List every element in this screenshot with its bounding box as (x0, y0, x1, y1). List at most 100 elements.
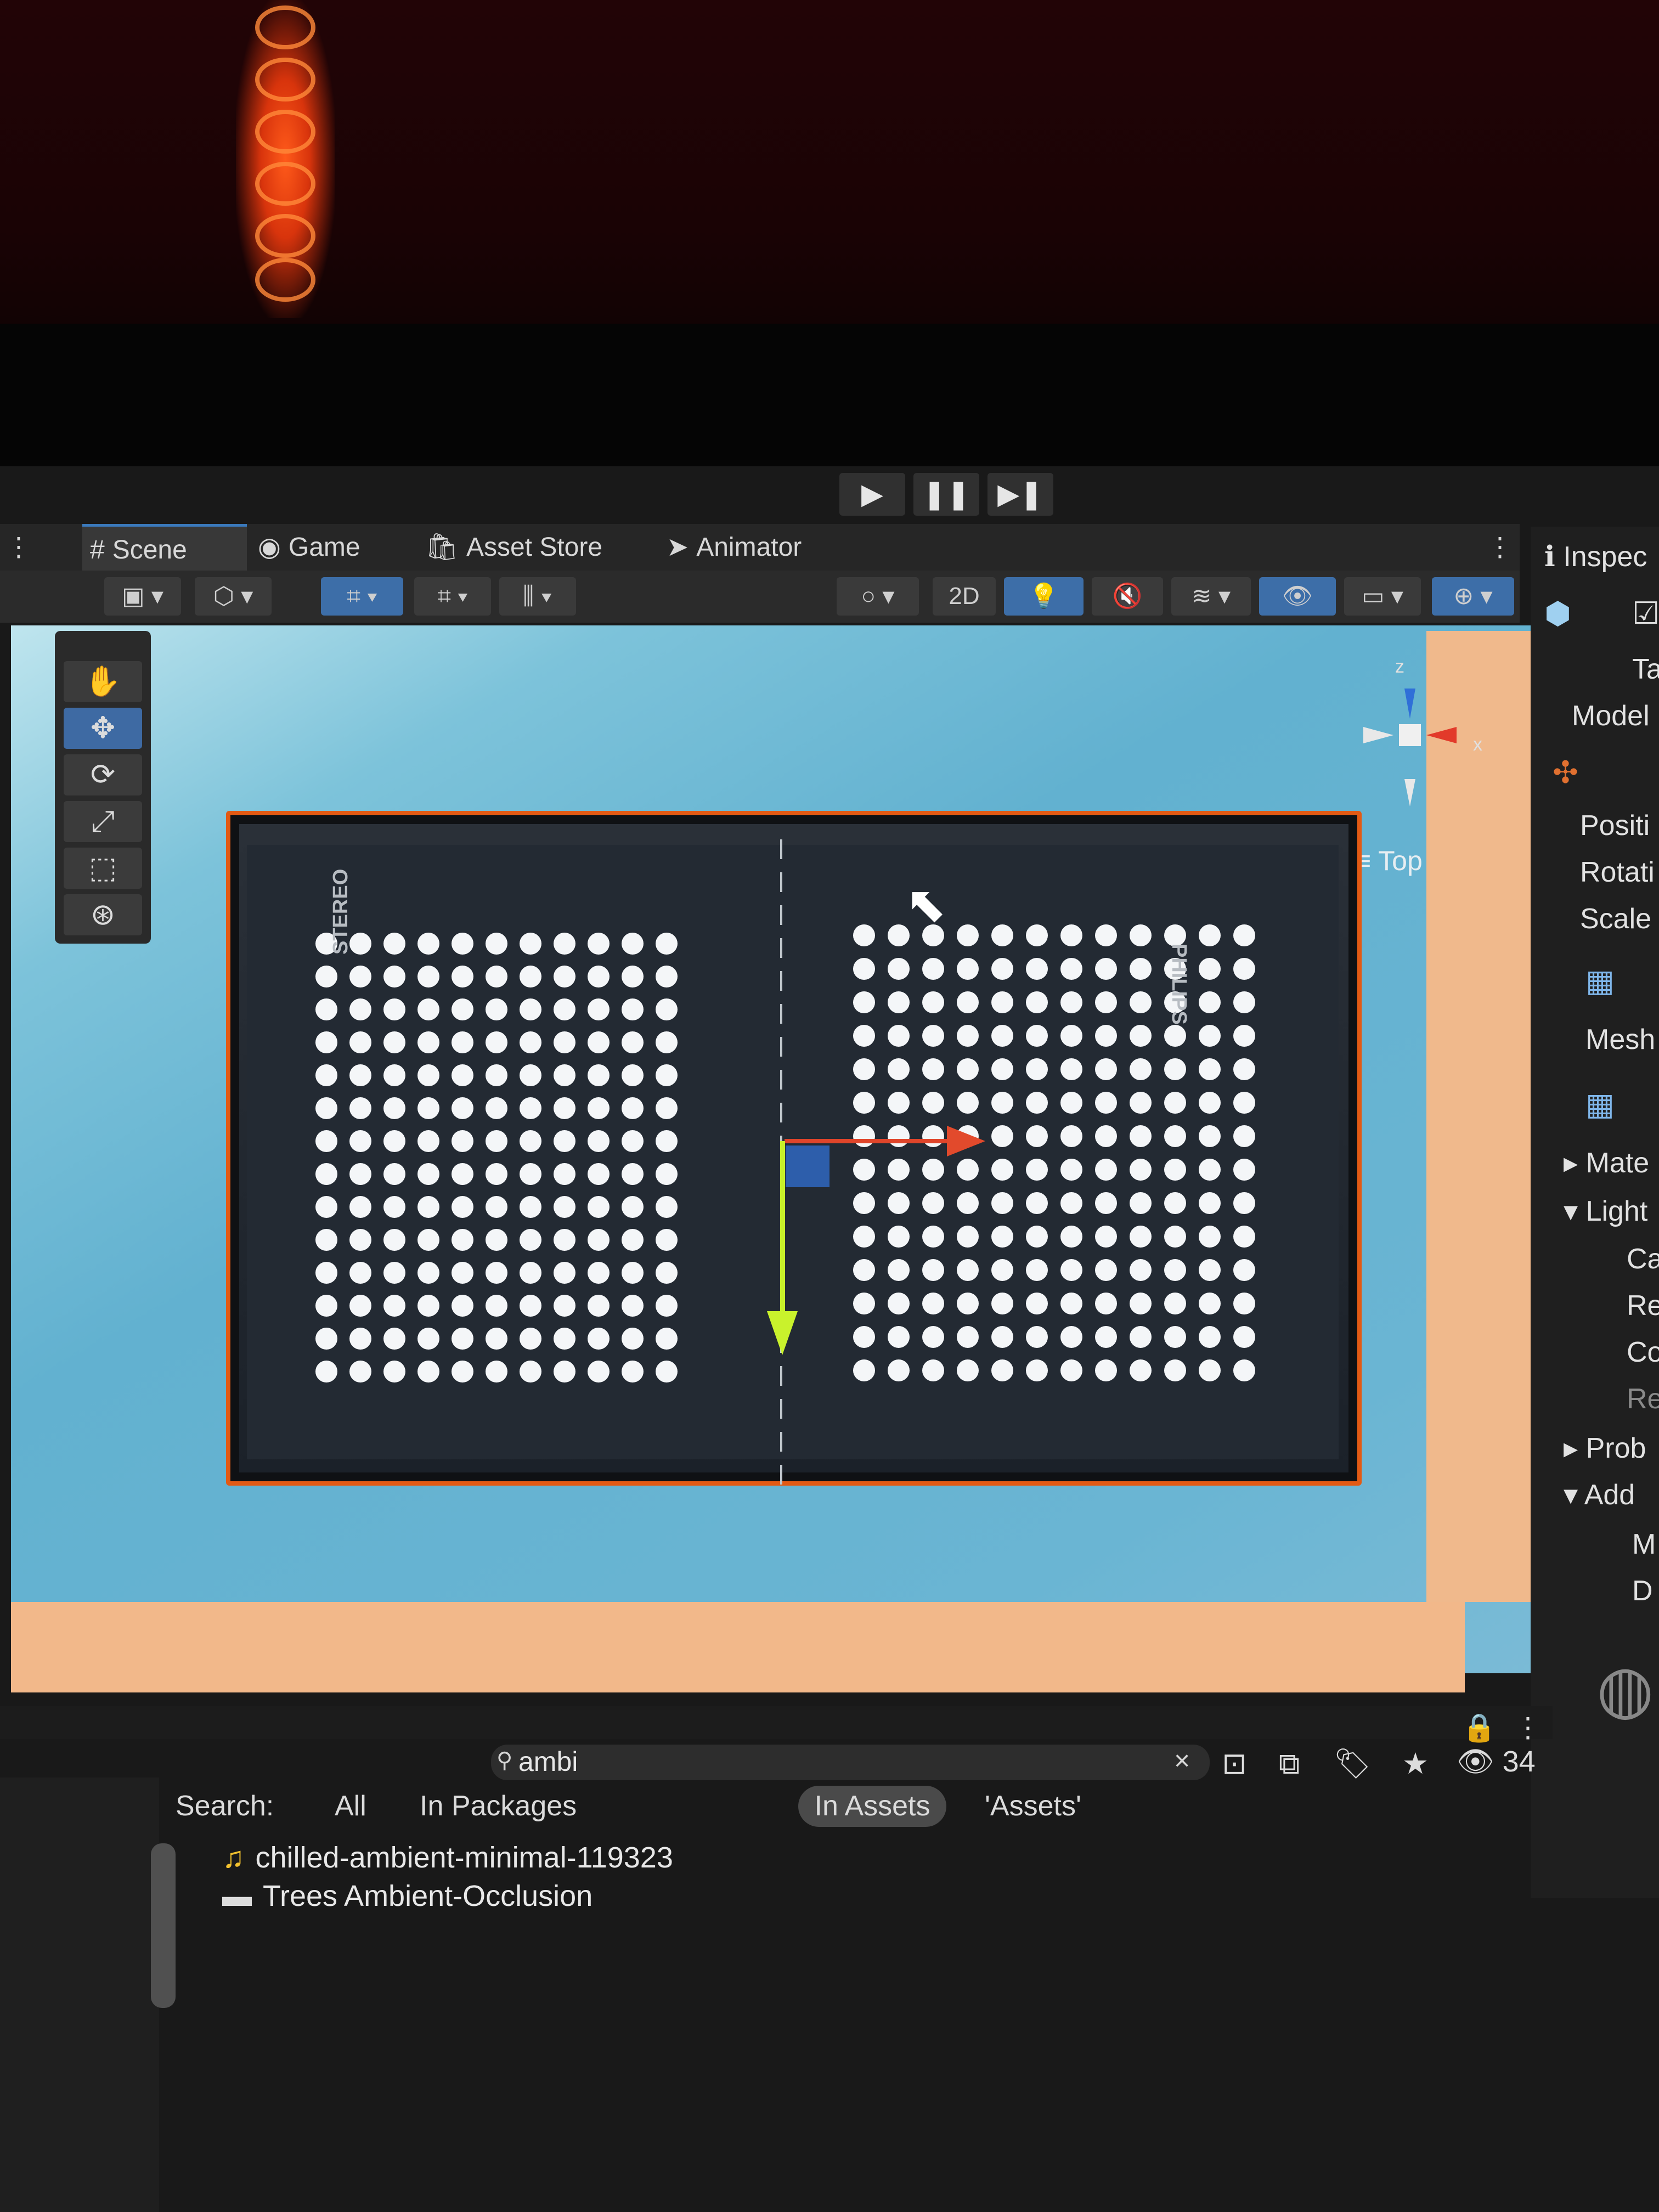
grille-dot (588, 1031, 610, 1053)
effects-dropdown[interactable]: ≋ ▾ (1171, 577, 1251, 616)
play-button[interactable]: ▶ (839, 473, 905, 516)
scope-all[interactable]: All (335, 1786, 366, 1827)
grille-dot (1060, 1293, 1082, 1314)
grille-dot (1233, 1192, 1255, 1214)
move-handle-y-arrow-icon[interactable] (767, 1311, 798, 1355)
search-scope-bar: Search: All In Packages In Assets 'Asset… (176, 1786, 1553, 1830)
grille-dot (349, 1361, 371, 1383)
step-button[interactable]: ▶❚ (988, 473, 1053, 516)
scrollbar[interactable] (151, 1843, 176, 2008)
rect-tool-icon[interactable]: ⬚ (64, 848, 142, 889)
grille-dot (1026, 924, 1048, 946)
list-item[interactable]: ♫ chilled-ambient-minimal-119323 (222, 1841, 673, 1875)
grille-dot (622, 1031, 644, 1053)
move-handle-x[interactable] (785, 1139, 949, 1143)
grille-dot (417, 966, 439, 988)
grille-dot (383, 1328, 405, 1350)
window-menu-icon[interactable]: ⋮ (0, 524, 44, 571)
move-handle-plane[interactable] (786, 1146, 830, 1187)
increment-snap-dropdown[interactable]: ⫼ ▾ (499, 577, 576, 616)
tab-game[interactable]: ◉ Game (258, 524, 360, 571)
grille-dot (853, 1326, 875, 1348)
grille-dot (1026, 1326, 1048, 1348)
draw-mode-dropdown[interactable]: ⬡ ▾ (195, 577, 272, 616)
move-tool-icon[interactable]: ✥ (64, 708, 142, 749)
snap-settings-dropdown[interactable]: ⌗ ▾ (414, 577, 491, 616)
grille-dot (452, 998, 473, 1020)
material-preview-sphere-icon: ◍ (1596, 1652, 1654, 1726)
filter-by-label-icon[interactable]: 🏷 (1328, 1745, 1377, 1783)
2d-toggle-button[interactable]: 2D (933, 577, 996, 616)
grille-dot (383, 1229, 405, 1251)
search-by-type-icon[interactable]: ⊡ (1210, 1745, 1259, 1783)
grille-dot (1233, 991, 1255, 1013)
grille-dot (957, 1293, 979, 1314)
grille-dot (588, 1196, 610, 1218)
shading-mode-dropdown[interactable]: ○ ▾ (837, 577, 919, 616)
panel-menu-icon[interactable]: ⋮ (1514, 1712, 1542, 1743)
grille-dot (888, 1058, 910, 1080)
tab-animator[interactable]: ➤ Animator (667, 524, 802, 571)
more-options-icon[interactable]: ⋮ (1487, 524, 1513, 571)
grille-dot (622, 1229, 644, 1251)
hidden-packages-toggle[interactable]: 👁 34 (1457, 1745, 1536, 1779)
lighting-foldout[interactable]: ▾ Light (1564, 1195, 1647, 1228)
clear-search-icon[interactable]: × (1174, 1745, 1190, 1776)
additional-settings-foldout[interactable]: ▾ Add (1564, 1479, 1635, 1511)
active-checkbox[interactable]: ☑ (1632, 595, 1659, 631)
view-label[interactable]: ≡ Top (1355, 845, 1423, 877)
grille-dot (520, 1130, 541, 1152)
grille-dot (520, 998, 541, 1020)
grille-dot (417, 1064, 439, 1086)
tab-scene[interactable]: # Scene (82, 524, 247, 571)
gizmo-tool-dropdown[interactable]: ▣ ▾ (104, 577, 181, 616)
grille-dot (957, 1159, 979, 1181)
scope-in-packages[interactable]: In Packages (420, 1786, 577, 1827)
audio-toggle[interactable]: 🔇 (1092, 577, 1163, 616)
project-search-value[interactable]: ambi (518, 1746, 578, 1778)
filter-by-type-icon[interactable]: ⧉ (1265, 1745, 1314, 1783)
transform-tool-icon[interactable]: ⊛ (64, 894, 142, 935)
grille-dot (315, 1163, 337, 1185)
grille-dot (888, 1259, 910, 1281)
gizmos-dropdown[interactable]: ⊕ ▾ (1432, 577, 1514, 616)
move-handle-y[interactable] (780, 1141, 785, 1317)
grille-dot (1095, 991, 1117, 1013)
project-search-input[interactable] (491, 1745, 1210, 1780)
scope-assets-folder[interactable]: 'Assets' (985, 1786, 1081, 1827)
scene-visibility-toggle[interactable]: 👁 (1259, 577, 1336, 616)
grille-dot (315, 1130, 337, 1152)
scope-in-assets[interactable]: In Assets (798, 1786, 946, 1827)
grille-dot (452, 1361, 473, 1383)
lighting-toggle[interactable]: 💡 (1004, 577, 1084, 616)
grille-dot (922, 1226, 944, 1248)
grid-snap-toggle[interactable]: ⌗ ▾ (321, 577, 403, 616)
transform-icon: ✣ (1553, 755, 1578, 789)
grille-dot (1164, 1326, 1186, 1348)
favorites-star-icon[interactable]: ★ (1391, 1745, 1440, 1783)
probes-foldout[interactable]: ▸ Prob (1564, 1432, 1646, 1465)
grille-dot (588, 1262, 610, 1284)
lock-icon[interactable]: 🔒 (1462, 1712, 1496, 1744)
monitor-bezel (0, 324, 1659, 466)
grille-dot (417, 1262, 439, 1284)
grille-dot (1199, 1025, 1221, 1047)
camera-dropdown[interactable]: ▭ ▾ (1344, 577, 1421, 616)
pause-button[interactable]: ❚❚ (913, 473, 979, 516)
grille-dot (1164, 1125, 1186, 1147)
grille-dot (1164, 1293, 1186, 1314)
grille-dot (554, 1130, 575, 1152)
move-handle-x-arrow-icon[interactable] (947, 1126, 985, 1156)
scale-tool-icon[interactable]: ⤢ (64, 801, 142, 842)
tab-asset-store[interactable]: 🛍 Asset Store (425, 524, 602, 571)
grille-dot (1199, 1259, 1221, 1281)
grille-dot (922, 1092, 944, 1114)
materials-foldout[interactable]: ▸ Mate (1564, 1147, 1649, 1180)
orientation-gizmo[interactable] (1339, 658, 1481, 823)
hand-tool-icon[interactable]: ✋ (64, 661, 142, 702)
grille-dot (888, 1359, 910, 1381)
gamepad-icon: ◉ (258, 533, 281, 562)
list-item[interactable]: ▬ Trees Ambient-Occlusion (222, 1879, 592, 1913)
view-label-text: Top (1378, 845, 1423, 876)
rotate-tool-icon[interactable]: ⟳ (64, 754, 142, 795)
